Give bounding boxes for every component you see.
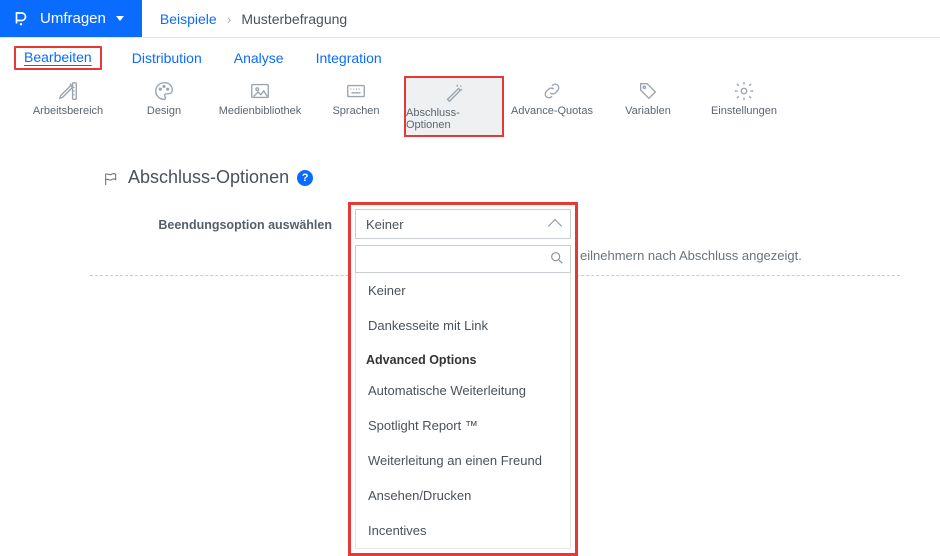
flag-icon xyxy=(102,171,120,185)
breadcrumb-link[interactable]: Beispiele xyxy=(160,11,217,27)
tool-abschluss-optionen[interactable]: Abschluss-Optionen xyxy=(406,78,502,135)
dropdown-item-dankesseite[interactable]: Dankesseite mit Link xyxy=(356,308,570,343)
tool-design[interactable]: Design xyxy=(116,76,212,137)
dropdown-item-incentives[interactable]: Incentives xyxy=(356,513,570,548)
toolbar: Arbeitsbereich Design Medienbibliothek S… xyxy=(20,70,940,143)
page-title: Abschluss-Optionen xyxy=(128,167,289,188)
tag-icon xyxy=(634,80,662,102)
main-tabs: Bearbeiten Distribution Analyse Integrat… xyxy=(0,38,940,70)
tool-medienbibliothek[interactable]: Medienbibliothek xyxy=(212,76,308,137)
tool-label: Variablen xyxy=(625,105,671,117)
tool-label: Arbeitsbereich xyxy=(33,105,103,117)
dropdown-search-input[interactable] xyxy=(355,245,571,273)
dropdown-item-spotlight[interactable]: Spotlight Report ™ xyxy=(356,408,570,443)
tool-sprachen[interactable]: Sprachen xyxy=(308,76,404,137)
highlight-abschluss: Abschluss-Optionen xyxy=(404,76,504,137)
tool-advance-quotas[interactable]: Advance-Quotas xyxy=(504,76,600,137)
dropdown-selected: Keiner xyxy=(366,217,404,232)
tab-integration[interactable]: Integration xyxy=(314,46,384,70)
tool-label: Medienbibliothek xyxy=(219,105,302,117)
tool-label: Design xyxy=(147,105,181,117)
tab-analyse[interactable]: Analyse xyxy=(232,46,286,70)
breadcrumb: Beispiele › Musterbefragung xyxy=(142,0,365,37)
brand-logo-icon xyxy=(12,10,30,28)
tool-label: Einstellungen xyxy=(711,105,777,117)
brand-menu[interactable]: Umfragen xyxy=(0,0,142,37)
image-icon xyxy=(246,80,274,102)
dropdown-item-keiner[interactable]: Keiner xyxy=(356,273,570,308)
select-label: Beendungsoption auswählen xyxy=(110,218,350,232)
tool-variablen[interactable]: Variablen xyxy=(600,76,696,137)
tool-label: Sprachen xyxy=(332,105,379,117)
chevron-right-icon: › xyxy=(227,11,232,27)
highlight-bearbeiten: Bearbeiten xyxy=(14,46,102,70)
caret-down-icon xyxy=(116,16,124,21)
tool-label: Abschluss-Optionen xyxy=(406,107,502,131)
panel-heading: Abschluss-Optionen ? xyxy=(90,157,900,202)
dropdown-group-advanced: Advanced Options xyxy=(356,343,570,373)
dropdown-item-ansehen[interactable]: Ansehen/Drucken xyxy=(356,478,570,513)
tab-distribution[interactable]: Distribution xyxy=(130,46,204,70)
dropdown-item-auto-weiterleitung[interactable]: Automatische Weiterleitung xyxy=(356,373,570,408)
link-icon xyxy=(538,80,566,102)
dropdown-toggle[interactable]: Keiner xyxy=(355,209,571,239)
pen-ruler-icon xyxy=(54,80,82,102)
help-icon[interactable]: ? xyxy=(297,170,313,186)
highlight-dropdown: Keiner Keiner Dankesseite mit Link Advan… xyxy=(348,202,578,556)
tab-bearbeiten[interactable]: Bearbeiten xyxy=(22,45,94,69)
search-icon xyxy=(549,250,565,266)
palette-icon xyxy=(150,80,178,102)
dropdown-item-freund[interactable]: Weiterleitung an einen Freund xyxy=(356,443,570,478)
tool-arbeitsbereich[interactable]: Arbeitsbereich xyxy=(20,76,116,137)
brand-label: Umfragen xyxy=(40,10,106,27)
gear-icon xyxy=(730,80,758,102)
chevron-up-icon xyxy=(548,219,562,233)
tool-label: Advance-Quotas xyxy=(511,105,593,117)
dropdown-list[interactable]: Keiner Dankesseite mit Link Advanced Opt… xyxy=(355,273,571,549)
keyboard-icon xyxy=(342,80,370,102)
tool-einstellungen[interactable]: Einstellungen xyxy=(696,76,792,137)
magic-wand-icon xyxy=(440,82,468,104)
breadcrumb-current: Musterbefragung xyxy=(241,11,347,27)
